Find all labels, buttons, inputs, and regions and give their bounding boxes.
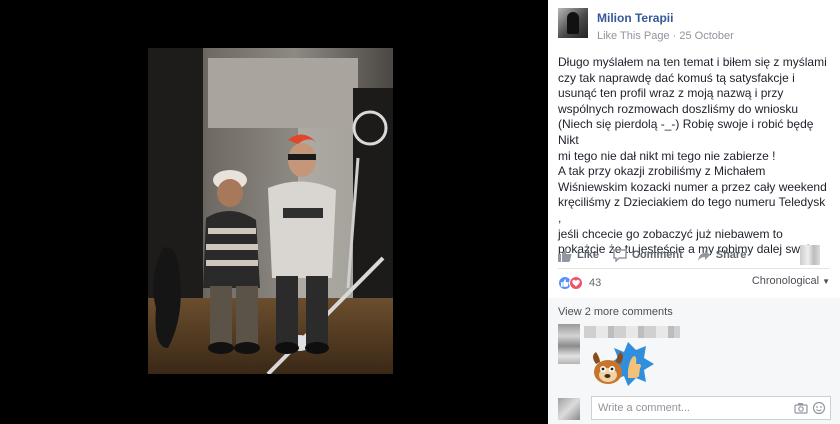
current-user-avatar	[558, 398, 580, 420]
post-text-line: Długo myślałem na ten temat i biłem się …	[558, 55, 827, 69]
post-actions: Like Comment Share	[558, 245, 830, 265]
page-name-link[interactable]: Milion Terapii	[597, 10, 734, 26]
photo-illustration	[148, 48, 393, 374]
sticker-picker-icon[interactable]	[812, 401, 826, 415]
post-text-line: usunąć ten profil wraz z moją nazwą i pr…	[558, 86, 784, 101]
post-date[interactable]: 25 October	[679, 30, 733, 42]
love-icon[interactable]	[569, 276, 583, 290]
like-button[interactable]: Like	[558, 248, 600, 262]
comments-section: View 2 more comments Write a comment...	[548, 298, 840, 424]
share-icon	[697, 249, 710, 261]
post-header: Milion Terapii Like This Page · 25 Octob…	[558, 8, 734, 44]
post-photo[interactable]	[148, 48, 393, 374]
chevron-down-icon: ▼	[822, 276, 830, 286]
comment-button[interactable]: Comment	[613, 248, 683, 262]
like-label: Like	[577, 249, 600, 261]
comment-label: Comment	[632, 249, 683, 261]
sort-label: Chronological	[751, 275, 820, 287]
view-more-comments-link[interactable]: View 2 more comments	[558, 306, 673, 318]
share-button[interactable]: Share	[697, 249, 747, 262]
post-text: Długo myślałem na ten temat i biłem się …	[558, 55, 830, 258]
commenter-avatar[interactable]	[558, 324, 580, 364]
reaction-count[interactable]: 43	[589, 277, 601, 289]
page-avatar[interactable]	[558, 8, 588, 38]
post-text-line: A tak przy okazji zrobiliśmy z Michałem	[558, 164, 766, 179]
post-text-line: wspólnych rozmowach doszliśmy do wniosku	[558, 101, 799, 116]
thumbs-up-icon	[558, 248, 572, 262]
commenter-name[interactable]	[584, 326, 680, 338]
posting-as-avatar[interactable]	[800, 245, 820, 265]
post-meta: Like This Page · 25 October	[597, 29, 734, 43]
camera-icon[interactable]	[794, 401, 808, 415]
sticker-icon	[584, 340, 656, 388]
divider	[558, 268, 830, 269]
like-this-page-link[interactable]: Like This Page	[597, 30, 670, 42]
reactions-bar: 43 Chronological ▼	[558, 274, 830, 292]
share-label: Share	[715, 249, 747, 261]
photo-theater	[0, 0, 548, 424]
comment-icon	[613, 248, 627, 262]
post-text-line: (Niech się pierdolą -_-) Robię swoje i r…	[558, 117, 814, 147]
post-side-panel: Milion Terapii Like This Page · 25 Octob…	[548, 0, 840, 424]
post-text-line: kręciliśmy z Dzieciakiem do tego numeru …	[558, 195, 826, 225]
post-text-line: czy tak naprawdę dać komuś tą satysfakcj…	[558, 70, 795, 85]
facebook-photo-viewer: Milion Terapii Like This Page · 25 Octob…	[0, 0, 840, 424]
meta-separator: ·	[672, 30, 677, 42]
comment-input[interactable]: Write a comment...	[591, 396, 831, 420]
input-icons	[790, 401, 826, 415]
post-text-line: mi tego nie dał nikt mi tego nie zabierz…	[558, 148, 776, 163]
comment-input-placeholder: Write a comment...	[598, 402, 691, 414]
post-text-line: Wiśniewskim kozacki numer a przez cały w…	[558, 179, 827, 194]
post-text-line: jeśli chcecie go zobaczyć już niebawem t…	[558, 226, 783, 241]
comment-sort-dropdown[interactable]: Chronological ▼	[752, 275, 830, 287]
